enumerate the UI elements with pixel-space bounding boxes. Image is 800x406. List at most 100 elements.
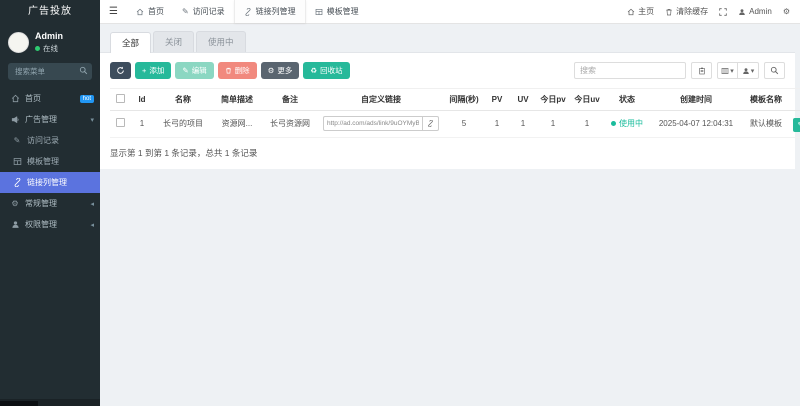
settings-button[interactable]: ⚙	[783, 7, 790, 16]
navbar-right: 主页 清除缓存 Admin ⚙	[627, 6, 800, 17]
navbar-home-label: 主页	[638, 7, 655, 16]
chevron-left-icon: ◂	[90, 221, 94, 229]
pencil-icon: ✎	[13, 136, 21, 145]
navtab-visit-records[interactable]: ✎ 访问记录	[173, 0, 234, 23]
brand-title: 广告投放	[0, 0, 100, 24]
table-icon	[315, 8, 323, 16]
col-uv: UV	[510, 88, 536, 111]
users-icon	[10, 220, 20, 229]
more-button-label: 更多	[277, 66, 293, 75]
sidebar-search	[8, 63, 92, 80]
col-created: 创建时间	[650, 88, 742, 111]
navtab-templates[interactable]: 模板管理	[306, 0, 368, 23]
add-button[interactable]: + 添加	[135, 62, 172, 79]
refresh-button[interactable]	[110, 62, 131, 79]
app-window: 广告投放 Admin 在线 首页 hot	[0, 0, 800, 406]
clipboard-toggle-button[interactable]	[691, 62, 712, 79]
trash-icon	[665, 8, 673, 16]
recycle-bin-button[interactable]: ♻ 回收站	[303, 62, 350, 79]
edit-button[interactable]: ✎ 编辑	[175, 62, 214, 79]
table-panel: + 添加 ✎ 编辑 删除 ⚙ 更多 ♻ 回收站 搜索 ▾ ▾ Id 名称 简单描…	[100, 52, 800, 169]
sidebar-item-home[interactable]: 首页 hot	[0, 88, 100, 109]
navbar-home-link[interactable]: 主页	[627, 6, 654, 17]
edit-button-label: 编辑	[191, 66, 207, 75]
sidebar-menu: 首页 hot 广告管理 ▾ ✎ 访问记录 模板管理 链接列管理 ⚙ 常规管理 ◂…	[0, 88, 100, 406]
expand-icon	[719, 7, 727, 16]
cell-today-uv: 1	[570, 110, 604, 138]
columns-dropdown-button[interactable]: ▾	[717, 62, 738, 79]
hamburger-icon[interactable]: ☰	[100, 6, 127, 17]
clear-cache-link[interactable]: 清除缓存	[665, 6, 708, 17]
sidebar-item-general[interactable]: ⚙ 常规管理 ◂	[0, 193, 100, 214]
sidebar-item-label: 模板管理	[27, 157, 59, 166]
copy-link-button[interactable]	[423, 116, 439, 132]
sidebar-item-label: 广告管理	[25, 115, 57, 124]
navtab-home[interactable]: 首页	[127, 0, 173, 23]
navtab-links[interactable]: 链接列管理	[233, 0, 306, 23]
cell-template: 默认模板	[742, 110, 790, 138]
cell-id: 1	[130, 110, 154, 138]
hscrollbar-thumb[interactable]	[0, 401, 38, 406]
cell-today-pv: 1	[536, 110, 570, 138]
pencil-icon: ✎	[182, 66, 189, 75]
user-menu[interactable]: Admin	[738, 7, 772, 16]
cell-note: 长弓资源网	[262, 110, 318, 138]
search-icon	[770, 66, 779, 75]
col-today-pv: 今日pv	[536, 88, 570, 111]
delete-button[interactable]: 删除	[217, 62, 257, 79]
sidebar-item-label: 常规管理	[25, 199, 57, 208]
sidebar-item-permissions[interactable]: 权限管理 ◂	[0, 214, 100, 235]
col-template: 模板名称	[742, 88, 790, 111]
search-submit-button[interactable]	[764, 62, 785, 79]
sidebar-item-templates[interactable]: 模板管理	[0, 151, 100, 172]
row-checkbox[interactable]	[115, 118, 125, 128]
online-dot-icon	[35, 46, 40, 51]
recycle-icon: ♻	[310, 66, 318, 75]
tab-all[interactable]: 全部	[110, 32, 152, 53]
pagination-summary: 显示第 1 到第 1 条记录，总共 1 条记录	[110, 147, 258, 158]
toolbar: + 添加 ✎ 编辑 删除 ⚙ 更多 ♻ 回收站 搜索 ▾ ▾	[110, 62, 785, 79]
select-all-checkbox[interactable]	[115, 94, 125, 103]
col-interval: 间隔(秒)	[444, 88, 484, 111]
sidebar-item-ads[interactable]: 广告管理 ▾	[0, 109, 100, 130]
navtab-label: 模板管理	[326, 7, 359, 16]
tab-closed[interactable]: 关闭	[153, 31, 195, 52]
gears-icon: ⚙	[11, 199, 19, 208]
caret-down-icon: ▾	[730, 67, 734, 75]
recycle-button-label: 回收站	[320, 66, 343, 75]
search-icon	[79, 66, 88, 75]
custom-link-group	[323, 116, 439, 132]
fullscreen-button[interactable]	[719, 7, 727, 16]
sidebar-item-label: 权限管理	[25, 220, 57, 229]
link-icon	[244, 7, 252, 16]
sidebar-item-visit-records[interactable]: ✎ 访问记录	[0, 130, 100, 151]
custom-link-input[interactable]	[323, 116, 423, 132]
more-button[interactable]: ⚙ 更多	[260, 62, 300, 79]
trash-icon	[225, 67, 232, 74]
link-icon	[12, 178, 22, 187]
top-navbar: ☰ 首页 ✎ 访问记录 链接列管理 模板管理 主页 清除缓存 Admin ⚙	[100, 0, 800, 24]
gear-icon: ⚙	[782, 7, 790, 16]
cell-interval: 5	[444, 110, 484, 138]
tab-in-use[interactable]: 使用中	[196, 31, 246, 52]
table-header-row: Id 名称 简单描述 备注 自定义链接 间隔(秒) PV UV 今日pv 今日u…	[110, 88, 800, 111]
clipboard-icon	[698, 67, 706, 75]
row-edit-button[interactable]: ✎	[793, 117, 800, 132]
user-status: 在线	[35, 43, 63, 54]
export-dropdown-button[interactable]: ▾	[738, 62, 759, 79]
records-table: Id 名称 简单描述 备注 自定义链接 间隔(秒) PV UV 今日pv 今日u…	[110, 88, 800, 138]
status-badge: 使用中	[611, 118, 643, 129]
delete-button-label: 删除	[234, 66, 250, 75]
home-icon	[627, 8, 635, 16]
user-icon	[738, 8, 746, 16]
sidebar-item-label: 链接列管理	[27, 178, 67, 187]
table-search-input[interactable]	[574, 62, 686, 79]
user-avatar	[8, 32, 29, 53]
link-icon	[427, 120, 434, 128]
content-area: 全部 关闭 使用中 + 添加 ✎ 编辑 删除 ⚙ 更多 ♻ 回收站 搜索 ▾ ▾…	[100, 24, 800, 406]
user-name: Admin	[35, 31, 63, 41]
refresh-icon	[116, 66, 125, 75]
sidebar-footer	[0, 399, 100, 406]
sidebar-item-links[interactable]: 链接列管理	[0, 172, 100, 193]
col-actions: 操作	[790, 88, 800, 111]
